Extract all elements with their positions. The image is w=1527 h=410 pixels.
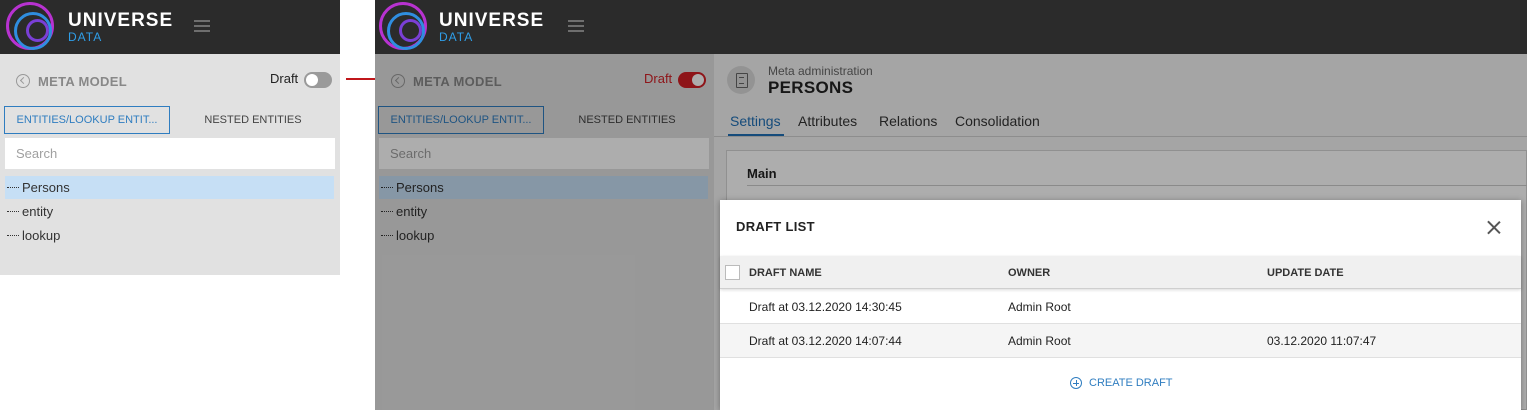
tree-item-entity[interactable]: entity	[5, 200, 334, 223]
brand-sub: DATA	[439, 30, 474, 44]
cell-draft-name: Draft at 03.12.2020 14:30:45	[749, 300, 902, 314]
tree-item-label: entity	[22, 204, 54, 219]
tab-entities-lookup[interactable]: ENTITIES/LOOKUP ENTIT...	[4, 106, 170, 134]
back-icon[interactable]	[16, 74, 30, 88]
tree-dash	[7, 187, 19, 188]
draft-list-dialog: DRAFT LIST DRAFT NAME OWNER UPDATE DATE …	[720, 200, 1521, 410]
column-owner[interactable]: OWNER	[1008, 267, 1050, 279]
logo-icon	[6, 2, 54, 50]
tree-item-lookup[interactable]: lookup	[5, 224, 334, 247]
cell-draft-name: Draft at 03.12.2020 14:07:44	[749, 334, 902, 348]
menu-icon[interactable]	[568, 20, 584, 32]
create-draft-label: CREATE DRAFT	[1089, 377, 1173, 389]
tree-item-label: Persons	[22, 180, 70, 195]
brand-name: UNIVERSE	[439, 10, 545, 31]
topbar-left: UNIVERSE DATA	[0, 0, 340, 54]
column-draft-name[interactable]: DRAFT NAME	[749, 267, 822, 279]
tree-item-label: lookup	[22, 228, 61, 243]
table-row[interactable]: Draft at 03.12.2020 14:07:44 Admin Root …	[720, 324, 1521, 358]
close-icon[interactable]	[1486, 219, 1502, 235]
tab-nested-entities[interactable]: NESTED ENTITIES	[170, 106, 336, 134]
cell-owner: Admin Root	[1008, 300, 1071, 314]
search-input[interactable]: Search	[5, 138, 335, 169]
logo-icon	[379, 2, 427, 50]
plus-circle-icon	[1070, 377, 1082, 389]
cell-update-date: 03.12.2020 11:07:47	[1267, 334, 1377, 348]
draft-toggle[interactable]	[304, 72, 332, 88]
brand-name: UNIVERSE	[68, 10, 174, 31]
sidebar-left: META MODEL Draft ENTITIES/LOOKUP ENTIT..…	[0, 54, 340, 275]
table-header: DRAFT NAME OWNER UPDATE DATE	[720, 256, 1521, 289]
select-all-checkbox[interactable]	[725, 265, 740, 280]
brand-sub: DATA	[68, 30, 103, 44]
topbar-right: UNIVERSE DATA	[375, 0, 1527, 54]
tree-dash	[7, 235, 19, 236]
tree-item-persons[interactable]: Persons	[5, 176, 334, 199]
draft-label: Draft	[270, 71, 299, 86]
sidebar-title: META MODEL	[38, 74, 127, 89]
column-update-date[interactable]: UPDATE DATE	[1267, 267, 1344, 279]
table-row[interactable]: Draft at 03.12.2020 14:30:45 Admin Root	[720, 290, 1521, 324]
dialog-title: DRAFT LIST	[736, 219, 815, 234]
create-draft-button[interactable]: CREATE DRAFT	[1070, 377, 1173, 389]
cell-owner: Admin Root	[1008, 334, 1071, 348]
tree-dash	[7, 211, 19, 212]
draft-toggle-knob	[306, 74, 318, 86]
menu-icon[interactable]	[194, 20, 210, 32]
